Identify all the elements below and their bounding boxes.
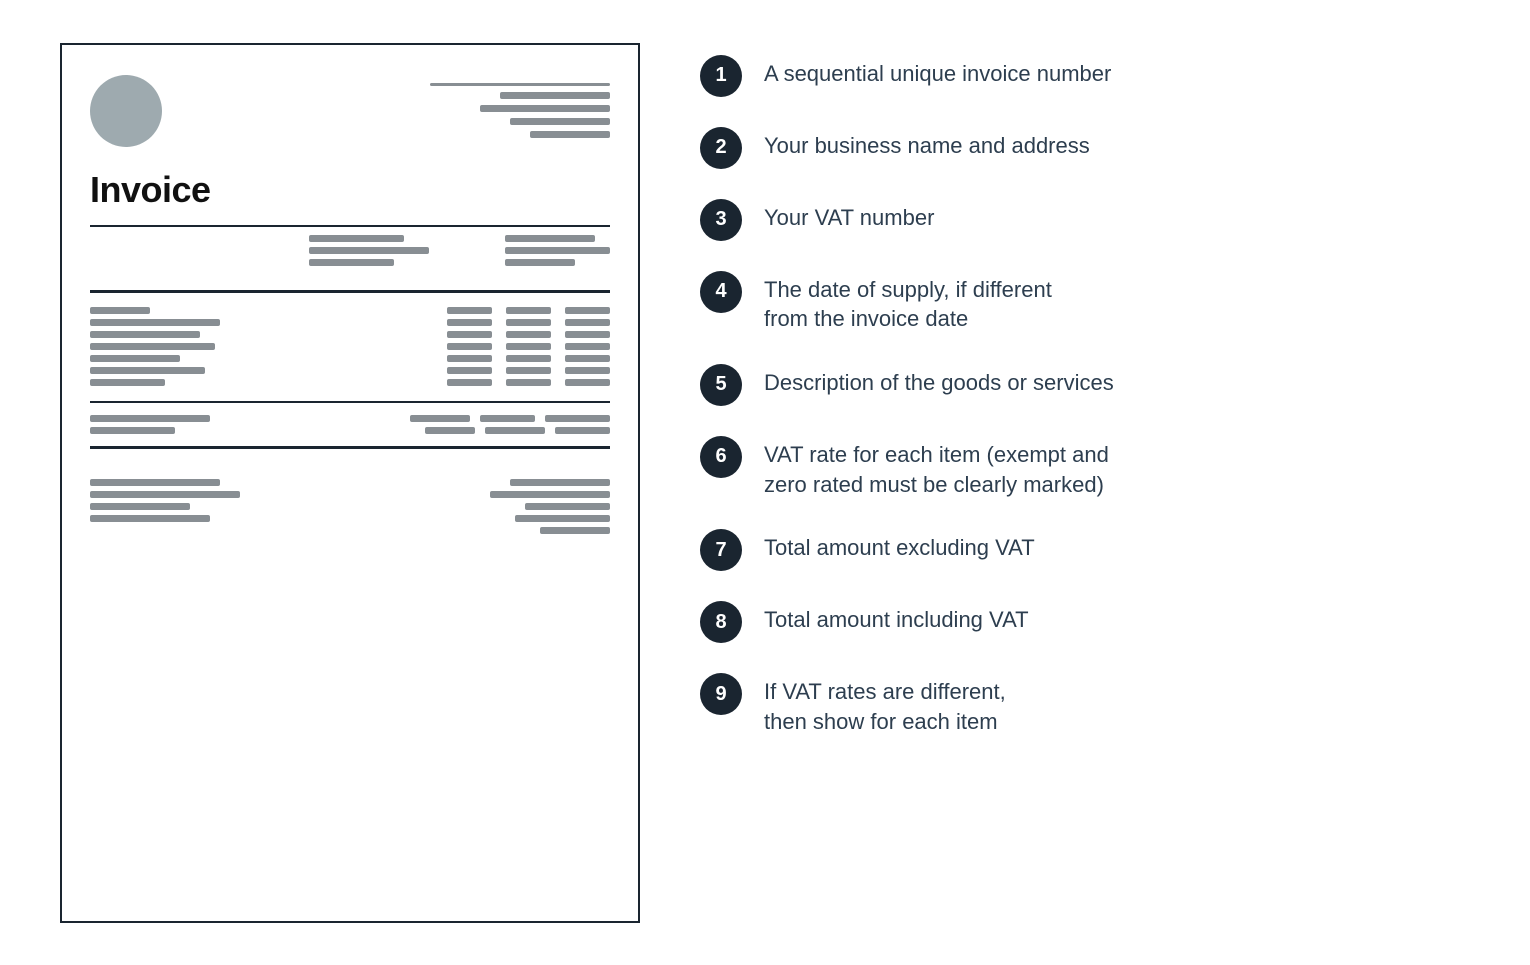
table-right-col-1a — [447, 307, 492, 386]
num-badge-2: 2 — [700, 127, 742, 169]
checklist-item-8: 8 Total amount including VAT — [700, 599, 1470, 643]
checklist-item-5: 5 Description of the goods or services — [700, 362, 1470, 406]
checklist-text-5: Description of the goods or services — [764, 362, 1114, 398]
checklist-item-4: 4 The date of supply, if different from t… — [700, 269, 1470, 334]
checklist-item-3: 3 Your VAT number — [700, 197, 1470, 241]
checklist-text-8: Total amount including VAT — [764, 599, 1029, 635]
num-badge-5: 5 — [700, 364, 742, 406]
checklist-text-7: Total amount excluding VAT — [764, 527, 1035, 563]
checklist-text-3: Your VAT number — [764, 197, 934, 233]
bottom-right — [490, 479, 610, 534]
table-right-col-1c — [565, 307, 610, 386]
header-line-5 — [530, 131, 610, 138]
invoice-table-section — [90, 307, 610, 393]
header-line-4 — [510, 118, 610, 125]
checklist-text-2: Your business name and address — [764, 125, 1090, 161]
checklist-text-4: The date of supply, if different from th… — [764, 269, 1052, 334]
subtotal-left — [90, 415, 210, 434]
num-badge-4: 4 — [700, 271, 742, 313]
table-right-col-1b — [506, 307, 551, 386]
checklist: 1 A sequential unique invoice number 2 Your… — [700, 43, 1470, 737]
invoice-logo — [90, 75, 162, 147]
invoice-mockup: Invoice — [60, 43, 640, 923]
table-row-1 — [90, 307, 610, 386]
invoice-header-right — [430, 83, 610, 138]
table-right-group-1 — [447, 307, 610, 386]
num-badge-8: 8 — [700, 601, 742, 643]
invoice-title: Invoice — [90, 169, 610, 211]
num-badge-6: 6 — [700, 436, 742, 478]
invoice-subtotal — [90, 415, 610, 434]
table-left-1 — [90, 307, 220, 386]
invoice-divider-2 — [90, 290, 610, 293]
subtotal-right — [410, 415, 610, 434]
invoice-divider-4 — [90, 446, 610, 449]
num-badge-1: 1 — [700, 55, 742, 97]
invoice-divider-3 — [90, 401, 610, 404]
checklist-item-6: 6 VAT rate for each item (exempt and zero… — [700, 434, 1470, 499]
checklist-text-6: VAT rate for each item (exempt and zero … — [764, 434, 1109, 499]
header-line-1 — [430, 83, 610, 86]
num-badge-9: 9 — [700, 673, 742, 715]
bottom-left — [90, 479, 240, 522]
checklist-item-9: 9 If VAT rates are different, then show f… — [700, 671, 1470, 736]
invoice-divider-1 — [90, 225, 610, 228]
header-line-3 — [480, 105, 610, 112]
invoice-address-row — [90, 235, 610, 266]
checklist-item-7: 7 Total amount excluding VAT — [700, 527, 1470, 571]
invoice-address-col1 — [309, 235, 429, 266]
invoice-header — [90, 75, 610, 147]
invoice-address-col2 — [505, 235, 610, 266]
num-badge-3: 3 — [700, 199, 742, 241]
checklist-item-2: 2 Your business name and address — [700, 125, 1470, 169]
num-badge-7: 7 — [700, 529, 742, 571]
checklist-text-9: If VAT rates are different, then show fo… — [764, 671, 1006, 736]
checklist-text-1: A sequential unique invoice number — [764, 53, 1111, 89]
main-container: Invoice — [0, 3, 1530, 963]
header-line-2 — [500, 92, 610, 99]
invoice-bottom — [90, 479, 610, 534]
checklist-item-1: 1 A sequential unique invoice number — [700, 53, 1470, 97]
